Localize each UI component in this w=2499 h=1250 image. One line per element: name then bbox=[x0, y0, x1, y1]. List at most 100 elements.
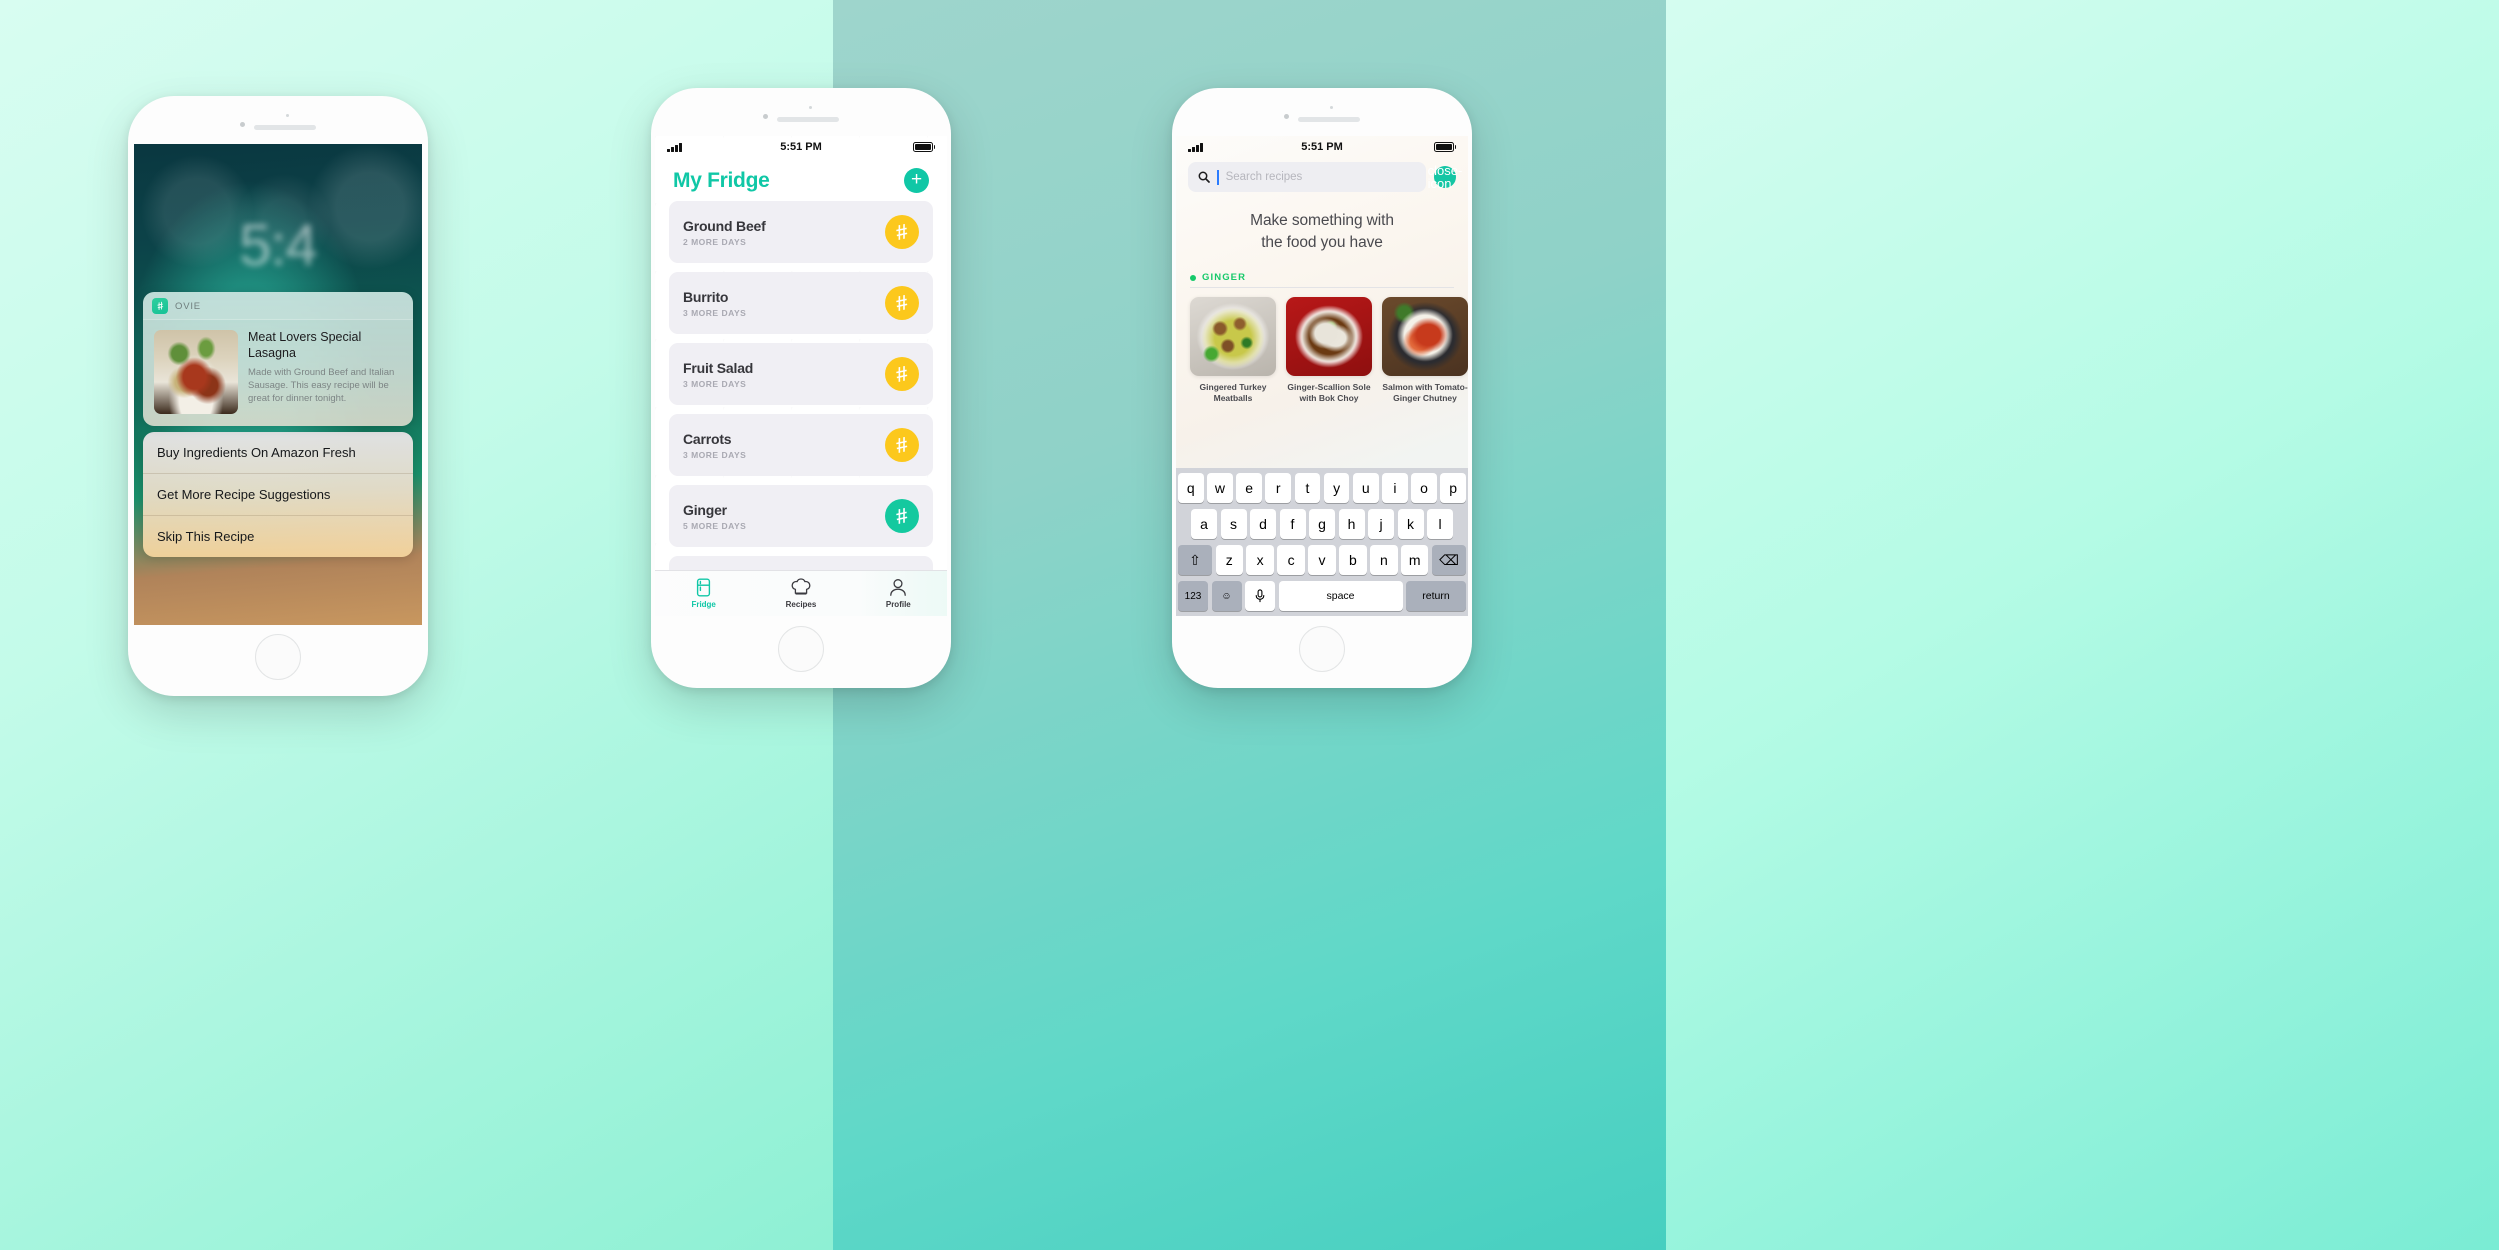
refrigerator-icon bbox=[697, 578, 711, 597]
hero-line-2: the food you have bbox=[1261, 234, 1383, 251]
recipe-title: Ginger-Scallion Sole with Bok Choy bbox=[1287, 381, 1371, 403]
key-w[interactable]: w bbox=[1207, 473, 1233, 503]
phone-lockscreen: 5:4 # OVIE Meat Lovers Special Lasagna M… bbox=[128, 96, 428, 696]
recipe-card[interactable]: Salmon with Tomato-Ginger Chutney bbox=[1382, 296, 1468, 404]
keyboard-row-3: ⇧ z x c v b n m ⌫ bbox=[1178, 545, 1466, 575]
hash-icon: # bbox=[152, 298, 168, 314]
list-item[interactable]: Burrito 3 MORE DAYS # bbox=[669, 272, 933, 334]
action-more-suggestions[interactable]: Get More Recipe Suggestions bbox=[143, 474, 413, 516]
notification-header: # OVIE bbox=[143, 292, 413, 320]
key-c[interactable]: c bbox=[1277, 545, 1305, 575]
key-x[interactable]: x bbox=[1246, 545, 1274, 575]
search-icon bbox=[1198, 171, 1210, 183]
item-name: Carrots bbox=[683, 430, 732, 447]
keyboard-row-1: q w e r t y u i o p bbox=[1177, 473, 1467, 503]
person-icon bbox=[890, 579, 907, 596]
item-expiry: 3 MORE DAYS bbox=[683, 378, 747, 389]
background-panel-right bbox=[1666, 0, 2499, 1250]
key-a[interactable]: a bbox=[1191, 509, 1217, 539]
close-icon[interactable]: close-icon bbox=[1428, 164, 1463, 190]
list-item[interactable]: Fruit Salad 3 MORE DAYS # bbox=[669, 343, 933, 405]
numbers-key[interactable]: 123 bbox=[1178, 581, 1208, 611]
item-expiry: 3 MORE DAYS bbox=[683, 449, 747, 460]
key-q[interactable]: q bbox=[1177, 473, 1204, 503]
shift-key[interactable]: ⇧ bbox=[1178, 545, 1213, 575]
recipe-title: Salmon with Tomato-Ginger Chutney bbox=[1382, 381, 1468, 403]
key-d[interactable]: d bbox=[1250, 509, 1276, 539]
backspace-key[interactable]: ⌫ bbox=[1431, 545, 1466, 575]
tab-label: Fridge bbox=[691, 600, 716, 609]
key-p[interactable]: p bbox=[1440, 473, 1467, 503]
list-item[interactable]: Ground Beef 2 MORE DAYS # bbox=[669, 201, 933, 263]
search-app: 5:51 PM Search recipes close-icon Make s… bbox=[1176, 136, 1468, 616]
key-g[interactable]: g bbox=[1309, 509, 1335, 539]
key-u[interactable]: u bbox=[1352, 473, 1379, 503]
home-button[interactable] bbox=[1299, 626, 1345, 672]
phone-fridge: 5:51 PM My Fridge + Ground Beef 2 MORE D… bbox=[651, 88, 951, 688]
key-r[interactable]: r bbox=[1265, 473, 1292, 503]
phone2-screen: 5:51 PM My Fridge + Ground Beef 2 MORE D… bbox=[655, 136, 947, 616]
search-placeholder: Search recipes bbox=[1225, 171, 1303, 183]
key-t[interactable]: t bbox=[1294, 473, 1321, 503]
emoji-icon[interactable]: ☺ bbox=[1211, 581, 1242, 611]
status-dot-icon bbox=[1190, 274, 1196, 281]
notification-stack: # OVIE Meat Lovers Special Lasagna Made … bbox=[143, 292, 413, 557]
action-skip-recipe[interactable]: Skip This Recipe bbox=[143, 516, 413, 557]
key-m[interactable]: m bbox=[1401, 545, 1429, 575]
keyboard-row-2: a s d f g h j k l bbox=[1178, 509, 1466, 539]
meatball-soup-photo bbox=[1190, 296, 1276, 376]
item-expiry: 3 MORE DAYS bbox=[683, 307, 747, 318]
add-item-button[interactable]: + bbox=[904, 168, 929, 193]
key-h[interactable]: h bbox=[1338, 509, 1365, 539]
tab-recipes[interactable]: Recipes bbox=[752, 578, 849, 609]
microphone-icon[interactable] bbox=[1245, 581, 1275, 611]
recipe-card[interactable]: Gingered Turkey Meatballs bbox=[1190, 296, 1276, 404]
notification-actions: Buy Ingredients On Amazon Fresh Get More… bbox=[143, 432, 413, 557]
status-time: 5:51 PM bbox=[1301, 141, 1343, 153]
key-o[interactable]: o bbox=[1411, 473, 1437, 503]
recipe-card[interactable]: Ginger-Scallion Sole with Bok Choy bbox=[1286, 296, 1372, 404]
key-f[interactable]: f bbox=[1279, 509, 1306, 539]
key-e[interactable]: e bbox=[1236, 473, 1262, 503]
return-key[interactable]: return bbox=[1406, 581, 1466, 611]
hash-icon: # bbox=[885, 499, 919, 533]
list-item[interactable]: Ginger 5 MORE DAYS # bbox=[669, 485, 933, 547]
keyboard-row-4: 123 ☺ space return bbox=[1178, 581, 1466, 611]
notification-card[interactable]: # OVIE Meat Lovers Special Lasagna Made … bbox=[143, 292, 413, 426]
key-z[interactable]: z bbox=[1215, 545, 1243, 575]
tab-label: Recipes bbox=[785, 600, 817, 609]
section-header: GINGER bbox=[1176, 266, 1468, 283]
tab-profile[interactable]: Profile bbox=[850, 578, 947, 609]
key-j[interactable]: j bbox=[1368, 509, 1394, 539]
key-v[interactable]: v bbox=[1308, 545, 1336, 575]
tab-fridge[interactable]: Fridge bbox=[655, 578, 752, 609]
camera-icon bbox=[240, 122, 245, 127]
key-n[interactable]: n bbox=[1370, 545, 1398, 575]
home-button[interactable] bbox=[255, 634, 301, 680]
action-buy-ingredients[interactable]: Buy Ingredients On Amazon Fresh bbox=[143, 432, 413, 474]
phone-search: 5:51 PM Search recipes close-icon Make s… bbox=[1172, 88, 1472, 688]
fridge-header: My Fridge + bbox=[655, 158, 947, 201]
notification-body: Meat Lovers Special Lasagna Made with Gr… bbox=[143, 320, 413, 426]
phone1-screen: 5:4 # OVIE Meat Lovers Special Lasagna M… bbox=[134, 144, 422, 625]
key-b[interactable]: b bbox=[1339, 545, 1367, 575]
key-s[interactable]: s bbox=[1220, 509, 1247, 539]
chef-hat-icon bbox=[791, 578, 811, 595]
notification-description: Made with Ground Beef and Italian Sausag… bbox=[248, 367, 395, 405]
home-button[interactable] bbox=[778, 626, 824, 672]
key-k[interactable]: k bbox=[1397, 509, 1424, 539]
list-item[interactable]: Carrots 3 MORE DAYS # bbox=[669, 414, 933, 476]
camera-icon bbox=[763, 114, 768, 119]
space-key[interactable]: space bbox=[1278, 581, 1403, 611]
notification-title: Meat Lovers Special Lasagna bbox=[248, 330, 362, 360]
item-name: Ground Beef bbox=[683, 217, 766, 234]
sensor-icon bbox=[1330, 106, 1333, 109]
item-name: Ginger bbox=[683, 501, 727, 518]
key-l[interactable]: l bbox=[1427, 509, 1453, 539]
text-cursor bbox=[1217, 169, 1219, 185]
search-input[interactable]: Search recipes bbox=[1188, 162, 1426, 192]
key-y[interactable]: y bbox=[1323, 473, 1350, 503]
salmon-rice-photo bbox=[1382, 296, 1468, 376]
key-i[interactable]: i bbox=[1382, 473, 1408, 503]
status-time: 5:51 PM bbox=[780, 141, 822, 153]
